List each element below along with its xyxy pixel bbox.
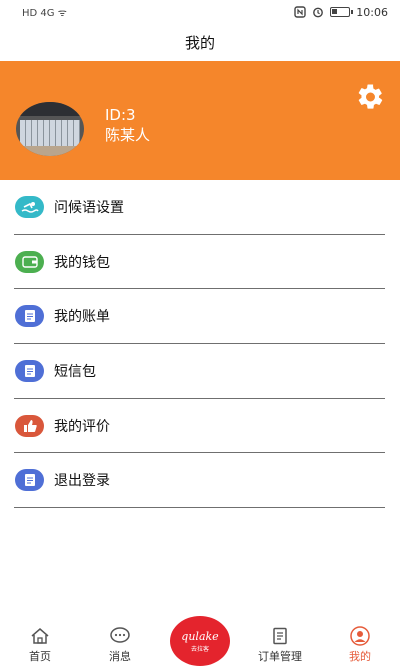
tab-label: 首页 [29, 650, 51, 663]
thumbs-up-icon [15, 414, 44, 437]
menu-label: 我的钱包 [54, 254, 110, 271]
document-icon [15, 359, 44, 382]
tab-orders[interactable]: 订单管理 [250, 626, 310, 664]
wallet-icon [15, 250, 44, 273]
settings-button[interactable] [354, 82, 386, 112]
tab-home[interactable]: 首页 [10, 626, 70, 664]
status-bar-left: HD 4G ᯤ [22, 5, 67, 19]
chat-bubble-icon [109, 626, 131, 646]
center-logo-button[interactable]: qulake 去拉客 [170, 616, 230, 666]
swimmer-icon [15, 195, 44, 218]
battery-icon [330, 7, 354, 17]
menu-label: 我的账单 [54, 309, 110, 326]
menu-item-sms-package[interactable]: 短信包 [14, 344, 385, 399]
menu-item-bills[interactable]: 我的账单 [14, 289, 385, 345]
home-icon [29, 626, 51, 646]
status-time: 10:06 [356, 5, 388, 19]
menu-item-logout[interactable]: 退出登录 [14, 453, 385, 509]
page-title-bar: 我的 [0, 24, 400, 60]
status-bar: HD 4G ᯤ 10:06 [0, 0, 400, 24]
brand-name: qulake [181, 629, 219, 643]
user-name: 陈某人 [105, 126, 151, 144]
status-bar-right: 10:06 [294, 6, 388, 19]
menu-item-wallet[interactable]: 我的钱包 [14, 235, 385, 290]
network-indicators: HD 4G ᯤ [22, 8, 67, 19]
document-icon [269, 626, 291, 646]
tab-messages[interactable]: 消息 [90, 626, 150, 664]
gear-icon [358, 84, 383, 109]
menu-list: 问候语设置 我的钱包 我的账单 短信包 我的评价 退出登录 [14, 180, 385, 509]
alarm-icon [313, 7, 324, 18]
brand-subtitle: 去拉客 [190, 645, 209, 653]
menu-label: 退出登录 [54, 473, 110, 490]
menu-item-greeting-settings[interactable]: 问候语设置 [14, 180, 385, 235]
document-icon [15, 305, 44, 328]
avatar[interactable] [16, 102, 84, 156]
page-title: 我的 [184, 33, 215, 52]
tab-label: 消息 [109, 650, 131, 663]
user-icon [349, 626, 371, 646]
document-icon [15, 469, 44, 492]
tab-mine[interactable]: 我的 [330, 626, 390, 664]
nfc-icon [294, 6, 306, 18]
tab-label: 我的 [349, 650, 371, 663]
menu-label: 短信包 [54, 363, 96, 380]
user-id: ID:3 [105, 106, 136, 124]
profile-header: ID:3 陈某人 [0, 61, 400, 180]
menu-label: 我的评价 [54, 418, 110, 435]
menu-item-reviews[interactable]: 我的评价 [14, 399, 385, 454]
menu-label: 问候语设置 [54, 199, 124, 216]
tab-label: 订单管理 [258, 650, 302, 663]
